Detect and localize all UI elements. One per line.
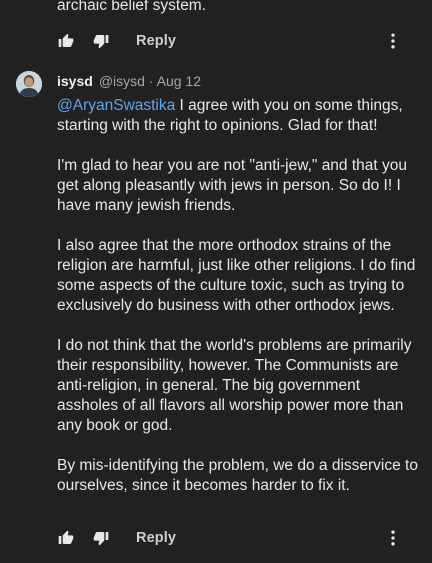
comment-paragraph: @AryanSwastika I agree with you on some … bbox=[57, 96, 419, 136]
reply-button[interactable]: Reply bbox=[136, 33, 176, 49]
user-avatar-icon bbox=[16, 71, 42, 97]
user-mention[interactable]: @AryanSwastika bbox=[57, 97, 175, 114]
comment-paragraph: I'm glad to hear you are not "anti-jew,"… bbox=[57, 157, 408, 214]
comment-paragraph: I also agree that the more orthodox stra… bbox=[57, 237, 416, 314]
author-name[interactable]: isysd bbox=[57, 73, 93, 89]
comment-date[interactable]: Aug 12 bbox=[157, 73, 201, 89]
comment-body: @AryanSwastika I agree with you on some … bbox=[57, 96, 419, 496]
dislike-button[interactable] bbox=[92, 32, 110, 50]
more-options-button[interactable] bbox=[383, 528, 403, 548]
reply-button[interactable]: Reply bbox=[136, 530, 176, 546]
like-button[interactable] bbox=[57, 529, 75, 547]
thumbs-up-icon bbox=[58, 33, 74, 47]
dislike-button[interactable] bbox=[92, 529, 110, 547]
thumbs-up-icon bbox=[58, 530, 74, 544]
like-button[interactable] bbox=[57, 32, 75, 50]
comment-header: isysd @isysd · Aug 12 bbox=[57, 72, 201, 90]
comment-paragraph: I do not think that the world's problems… bbox=[57, 337, 412, 434]
thumbs-down-icon bbox=[93, 35, 109, 49]
author-handle: @isysd bbox=[98, 73, 145, 89]
previous-comment-text: archaic belief system. bbox=[57, 0, 207, 14]
more-vertical-icon bbox=[391, 33, 395, 49]
more-options-button[interactable] bbox=[383, 31, 403, 51]
previous-comment-actions: Reply bbox=[57, 29, 417, 53]
comment-paragraph: By mis-identifying the problem, we do a … bbox=[57, 457, 418, 494]
thumbs-down-icon bbox=[93, 532, 109, 546]
more-vertical-icon bbox=[391, 530, 395, 546]
header-separator: · bbox=[148, 73, 154, 89]
avatar[interactable] bbox=[16, 71, 42, 97]
comment-actions: Reply bbox=[57, 526, 417, 550]
